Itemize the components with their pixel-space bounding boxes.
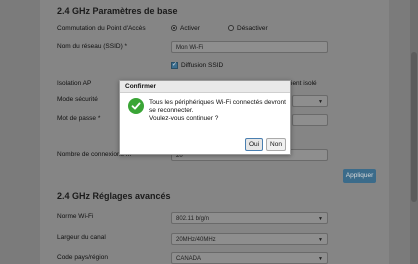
dialog-message-line3: Voulez-vous continuer ? xyxy=(149,115,219,122)
access-point-label: Commutation du Point d'Accès xyxy=(57,25,146,32)
ssid-label: Nom du réseau (SSID) * xyxy=(57,43,128,50)
bandwidth-select[interactable]: 20MHz/40MHz ▼ xyxy=(171,233,328,245)
apply-button[interactable]: Appliquer xyxy=(343,169,376,183)
bandwidth-value: 20MHz/40MHz xyxy=(176,237,216,243)
broadcast-label: Diffusion SSID xyxy=(181,62,224,69)
ssid-input[interactable]: Mon Wi-Fi xyxy=(171,41,328,53)
basic-settings-title: 2.4 GHz Paramètres de base xyxy=(57,6,178,16)
no-button[interactable]: Non xyxy=(266,138,286,151)
deactivate-radio-label: Désactiver xyxy=(237,25,268,32)
chevron-down-icon: ▼ xyxy=(318,99,323,105)
success-check-icon xyxy=(128,98,144,114)
broadcast-checkbox[interactable]: ✓ xyxy=(171,62,178,69)
confirm-dialog: Confirmer Tous les périphériques Wi-Fi c… xyxy=(119,80,291,155)
isolation-label: Isolation AP xyxy=(57,80,92,87)
advanced-settings-title: 2.4 GHz Réglages avancés xyxy=(57,191,171,201)
dialog-message: Tous les périphériques Wi-Fi connectés d… xyxy=(149,99,287,123)
dialog-title: Confirmer xyxy=(120,81,290,93)
country-value: CANADA xyxy=(176,256,202,262)
wifi-mode-label: Norme Wi-Fi xyxy=(57,213,94,220)
bandwidth-label: Largeur du canal xyxy=(57,234,106,241)
dialog-message-line2: se reconnecter. xyxy=(149,107,194,114)
country-label: Code pays/région xyxy=(57,254,108,261)
wifi-mode-value: 802.11 b/g/n xyxy=(176,216,209,222)
scrollbar-thumb[interactable] xyxy=(411,52,417,202)
yes-button[interactable]: Oui xyxy=(245,138,263,151)
security-select[interactable]: ▼ xyxy=(292,95,328,107)
password-label: Mot de passe * xyxy=(57,115,101,122)
security-label: Mode sécurité xyxy=(57,96,98,103)
chevron-down-icon: ▼ xyxy=(318,216,323,222)
password-input[interactable] xyxy=(292,114,328,126)
chevron-down-icon: ▼ xyxy=(318,237,323,243)
deactivate-radio[interactable] xyxy=(228,25,234,31)
page-scrollbar[interactable] xyxy=(410,0,418,264)
chevron-down-icon: ▼ xyxy=(318,256,323,262)
wifi-mode-select[interactable]: 802.11 b/g/n ▼ xyxy=(171,212,328,224)
isolation-option-label: ient isolé xyxy=(291,80,317,87)
dialog-message-line1: Tous les périphériques Wi-Fi connectés d… xyxy=(149,99,286,106)
activate-radio-label: Activer xyxy=(180,25,200,32)
country-select[interactable]: CANADA ▼ xyxy=(171,252,328,264)
activate-radio[interactable] xyxy=(171,25,177,31)
